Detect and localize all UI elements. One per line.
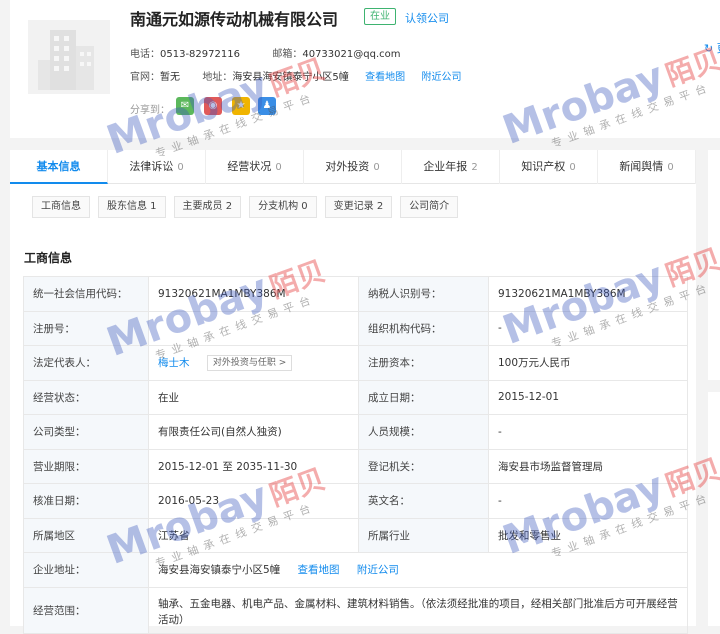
taxpayer-label: 纳税人识别号： [358, 276, 489, 312]
refresh-button[interactable]: ↻ 更 [704, 40, 720, 56]
org-code-label: 组织机构代码： [358, 310, 489, 346]
tab-ip[interactable]: 知识产权 0 [500, 150, 598, 184]
table-row: 经营状态： 在业 成立日期： 2015-12-01 [23, 379, 688, 415]
nearby-companies-link[interactable]: 附近公司 [422, 72, 462, 83]
table-row: 经营范围： 轴承、五金电器、机电产品、金属材料、建筑材料销售。（依法须经批准的项… [23, 586, 688, 634]
table-row: 注册号： 组织机构代码： - [23, 310, 688, 346]
company-address-value: 海安县海安镇泰宁小区5幢 [158, 564, 281, 577]
company-name: 南通元如源传动机械有限公司 [130, 10, 339, 29]
reg-no-label: 注册号： [23, 310, 149, 346]
subtab-change-records[interactable]: 变更记录 2 [324, 196, 393, 218]
website-label: 官网： [130, 72, 160, 83]
founded-label: 成立日期： [358, 379, 489, 415]
section-title: 工商信息 [24, 251, 73, 265]
subtab-shareholders[interactable]: 股东信息 1 [98, 196, 166, 218]
share-label: 分享到： [130, 105, 170, 116]
legal-rep-label: 法定代表人： [23, 345, 149, 381]
capital-label: 注册资本： [358, 345, 489, 381]
english-name-label: 英文名： [358, 483, 489, 519]
qzone-share-icon[interactable]: ★ [232, 97, 250, 115]
business-term-value: 2015-12-01 至 2035-11-30 [148, 448, 359, 484]
founded-value: 2015-12-01 [488, 379, 688, 415]
address-value: 海安县海安镇泰宁小区5幢 [232, 72, 349, 83]
company-logo-placeholder-icon [28, 20, 110, 94]
table-row: 统一社会信用代码： 91320621MA1MBY386M 纳税人识别号： 913… [23, 276, 688, 312]
website-value: 暂无 [160, 72, 180, 83]
table-row: 核准日期： 2016-05-23 英文名： - [23, 483, 688, 519]
tab-basic-info[interactable]: 基本信息 [10, 150, 108, 184]
status-label: 经营状态： [23, 379, 149, 415]
industry-label: 所属行业 [358, 517, 489, 553]
status-badge: 在业 [364, 8, 396, 25]
company-type-label: 公司类型： [23, 414, 149, 450]
staff-size-label: 人员规模： [358, 414, 489, 450]
credit-code-label: 统一社会信用代码： [23, 276, 149, 312]
legal-rep-cell: 梅士木 对外投资与任职 > [148, 345, 359, 381]
table-row: 营业期限： 2015-12-01 至 2035-11-30 登记机关： 海安县市… [23, 448, 688, 484]
subtab-business-info[interactable]: 工商信息 [32, 196, 90, 218]
credit-code-value: 91320621MA1MBY386M [148, 276, 359, 312]
status-value: 在业 [148, 379, 359, 415]
address-view-map-link[interactable]: 查看地图 [298, 564, 340, 576]
english-name-value: - [488, 483, 688, 519]
tab-lawsuits[interactable]: 法律诉讼 0 [108, 150, 206, 184]
scope-value: 轴承、五金电器、机电产品、金属材料、建筑材料销售。（依法须经批准的项目，经相关部… [148, 586, 688, 634]
right-side-panel-lower [708, 392, 720, 626]
approval-date-value: 2016-05-23 [148, 483, 359, 519]
contact-row: 电话：0513-82972116 邮箱：40733021@qq.com [130, 45, 400, 60]
address-nearby-link[interactable]: 附近公司 [357, 564, 399, 576]
capital-value: 100万元人民币 [488, 345, 688, 381]
subtab-company-intro[interactable]: 公司简介 [400, 196, 459, 218]
subtab-branches[interactable]: 分支机构 0 [249, 196, 317, 218]
authority-value: 海安县市场监督管理局 [488, 448, 688, 484]
claim-company-link[interactable]: 认领公司 [405, 10, 449, 26]
org-code-value: - [488, 310, 688, 346]
web-address-row: 官网：暂无 地址：海安县海安镇泰宁小区5幢 查看地图 附近公司 [130, 68, 462, 83]
refresh-icon: ↻ [704, 42, 714, 55]
company-header: 南通元如源传动机械有限公司 在业 认领公司 电话：0513-82972116 邮… [10, 0, 720, 138]
tab-operations[interactable]: 经营状况 0 [206, 150, 304, 184]
business-info-table: 统一社会信用代码： 91320621MA1MBY386M 纳税人识别号： 913… [23, 276, 688, 634]
approval-date-label: 核准日期： [23, 483, 149, 519]
investments-positions-button[interactable]: 对外投资与任职 > [206, 354, 293, 371]
staff-size-value: - [488, 414, 688, 450]
view-map-link[interactable]: 查看地图 [365, 72, 405, 83]
legal-rep-link[interactable]: 梅士木 [158, 357, 190, 369]
table-row: 公司类型： 有限责任公司(自然人独资) 人员规模： - [23, 414, 688, 450]
company-address-cell: 海安县海安镇泰宁小区5幢 查看地图 附近公司 [148, 552, 688, 588]
sub-tabs: 工商信息 股东信息 1 主要成员 2 分支机构 0 变更记录 2 公司简介 [32, 196, 466, 218]
authority-label: 登记机关： [358, 448, 489, 484]
subtab-key-members[interactable]: 主要成员 2 [173, 196, 242, 218]
taxpayer-value: 91320621MA1MBY386M [488, 276, 688, 312]
email-label: 邮箱： [272, 49, 303, 60]
weibo-share-icon[interactable]: ◉ [204, 97, 222, 115]
company-type-value: 有限责任公司(自然人独资) [148, 414, 359, 450]
reg-no-value [148, 310, 359, 346]
right-side-panel [708, 150, 720, 380]
qq-share-icon[interactable]: ♟ [258, 97, 276, 115]
scope-label: 经营范围： [23, 586, 149, 634]
industry-value: 批发和零售业 [488, 517, 688, 553]
phone-label: 电话： [130, 49, 160, 60]
company-address-label: 企业地址： [23, 552, 149, 588]
main-tabs: 基本信息 法律诉讼 0 经营状况 0 对外投资 0 企业年报 2 知识产权 0 新闻舆情 0 [10, 150, 696, 184]
company-info-card: 基本信息 法律诉讼 0 经营状况 0 对外投资 0 企业年报 2 知识产权 0 新闻舆情 0… [10, 150, 696, 634]
region-value: 江苏省 [148, 517, 359, 553]
phone-value: 0513-82972116 [160, 49, 240, 60]
table-row: 企业地址： 海安县海安镇泰宁小区5幢 查看地图 附近公司 [23, 552, 688, 588]
tab-news[interactable]: 新闻舆情 0 [598, 150, 696, 184]
wechat-share-icon[interactable]: ✉ [176, 97, 194, 115]
region-label: 所属地区 [23, 517, 149, 553]
email-value[interactable]: 40733021@qq.com [302, 49, 400, 60]
table-row: 法定代表人： 梅士木 对外投资与任职 > 注册资本： 100万元人民币 [23, 345, 688, 381]
business-term-label: 营业期限： [23, 448, 149, 484]
tab-annual-reports[interactable]: 企业年报 2 [402, 150, 500, 184]
address-label: 地址： [202, 72, 233, 83]
tab-investments[interactable]: 对外投资 0 [304, 150, 402, 184]
table-row: 所属地区 江苏省 所属行业 批发和零售业 [23, 517, 688, 553]
